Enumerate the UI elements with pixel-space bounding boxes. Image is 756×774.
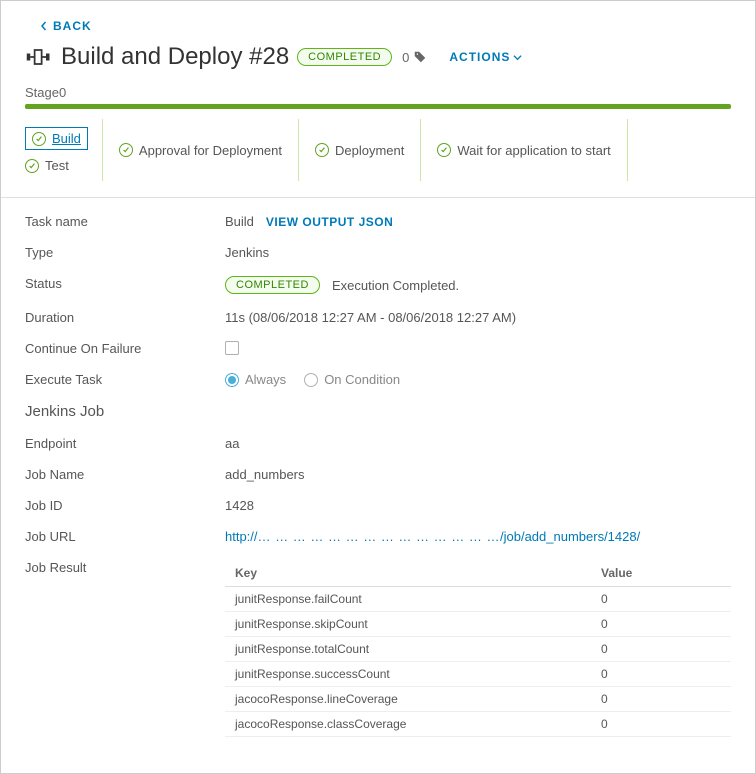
table-row: junitResponse.failCount0 (225, 587, 731, 612)
col-value: Value (591, 560, 731, 587)
task-label: Wait for application to start (457, 143, 610, 158)
chevron-left-icon (39, 21, 49, 31)
check-icon (315, 143, 329, 157)
pipeline-icon (25, 43, 53, 71)
view-output-link[interactable]: VIEW OUTPUT JSON (266, 215, 393, 229)
back-label: BACK (53, 19, 92, 33)
title-row: Build and Deploy #28 COMPLETED 0 ACTIONS (25, 43, 731, 71)
page-title: Build and Deploy #28 (61, 43, 289, 71)
actions-label: ACTIONS (449, 50, 510, 64)
task-wait[interactable]: Wait for application to start (421, 119, 627, 181)
back-link[interactable]: BACK (39, 19, 92, 33)
task-label: Approval for Deployment (139, 143, 282, 158)
jobresult-label: Job Result (25, 560, 225, 575)
table-row: junitResponse.totalCount0 (225, 637, 731, 662)
duration-label: Duration (25, 310, 225, 325)
cell-value: 0 (591, 712, 731, 737)
table-row: jacocoResponse.lineCoverage0 (225, 687, 731, 712)
joburl-prefix: http:// (225, 529, 258, 544)
task-test[interactable]: Test (25, 158, 88, 173)
task-name-value: Build (225, 214, 254, 229)
cell-key: jacocoResponse.classCoverage (225, 712, 591, 737)
radio-icon (304, 373, 318, 387)
table-row: jacocoResponse.classCoverage0 (225, 712, 731, 737)
tag-count: 0 (402, 50, 427, 65)
joburl-suffix: /job/add_numbers/1428/ (500, 529, 640, 544)
status-label: Status (25, 276, 225, 291)
task-group-1: Build Test (25, 119, 103, 181)
status-text: Execution Completed. (332, 278, 459, 293)
col-key: Key (225, 560, 591, 587)
task-label: Test (45, 158, 69, 173)
radio-always[interactable]: Always (225, 372, 286, 387)
joburl-link[interactable]: http://… … … … … … … … … … … … … …/job/a… (225, 529, 640, 544)
continue-on-failure-label: Continue On Failure (25, 341, 225, 356)
check-icon (32, 132, 46, 146)
type-value: Jenkins (225, 245, 269, 260)
type-label: Type (25, 245, 225, 260)
jobresult-table: Key Value junitResponse.failCount0 junit… (225, 560, 731, 737)
execute-task-label: Execute Task (25, 372, 225, 387)
cell-key: junitResponse.totalCount (225, 637, 591, 662)
cell-value: 0 (591, 637, 731, 662)
cell-key: junitResponse.successCount (225, 662, 591, 687)
tasks-row: Build Test Approval for Deployment Deplo… (25, 119, 731, 181)
radio-condition-label: On Condition (324, 372, 400, 387)
radio-icon (225, 373, 239, 387)
tag-icon (413, 50, 427, 64)
jobname-label: Job Name (25, 467, 225, 482)
check-icon (437, 143, 451, 157)
task-label: Deployment (335, 143, 404, 158)
jenkins-section-title: Jenkins Job (25, 403, 731, 420)
joburl-blurred: … … … … … … … … … … … … … … (258, 529, 500, 544)
divider (1, 197, 755, 198)
stage-progress (25, 104, 731, 109)
cell-value: 0 (591, 612, 731, 637)
cell-value: 0 (591, 662, 731, 687)
task-deployment[interactable]: Deployment (299, 119, 421, 181)
cell-key: junitResponse.failCount (225, 587, 591, 612)
endpoint-label: Endpoint (25, 436, 225, 451)
joburl-label: Job URL (25, 529, 225, 544)
endpoint-value: aa (225, 436, 239, 451)
jobname-value: add_numbers (225, 467, 305, 482)
chevron-down-icon (513, 53, 522, 62)
task-label: Build (52, 131, 81, 146)
radio-on-condition[interactable]: On Condition (304, 372, 400, 387)
jobid-value: 1428 (225, 498, 254, 513)
cell-value: 0 (591, 587, 731, 612)
stage-label: Stage0 (25, 85, 731, 100)
check-icon (119, 143, 133, 157)
tag-count-number: 0 (402, 50, 409, 65)
status-badge: COMPLETED (297, 48, 392, 66)
check-icon (25, 159, 39, 173)
cell-value: 0 (591, 687, 731, 712)
task-build[interactable]: Build (25, 127, 88, 150)
jobid-label: Job ID (25, 498, 225, 513)
duration-value: 11s (08/06/2018 12:27 AM - 08/06/2018 12… (225, 310, 516, 325)
status-badge-detail: COMPLETED (225, 276, 320, 294)
table-row: junitResponse.skipCount0 (225, 612, 731, 637)
task-approval[interactable]: Approval for Deployment (103, 119, 299, 181)
cell-key: jacocoResponse.lineCoverage (225, 687, 591, 712)
radio-always-label: Always (245, 372, 286, 387)
actions-menu[interactable]: ACTIONS (449, 50, 522, 64)
table-row: junitResponse.successCount0 (225, 662, 731, 687)
task-name-label: Task name (25, 214, 225, 229)
continue-on-failure-checkbox[interactable] (225, 341, 239, 355)
cell-key: junitResponse.skipCount (225, 612, 591, 637)
